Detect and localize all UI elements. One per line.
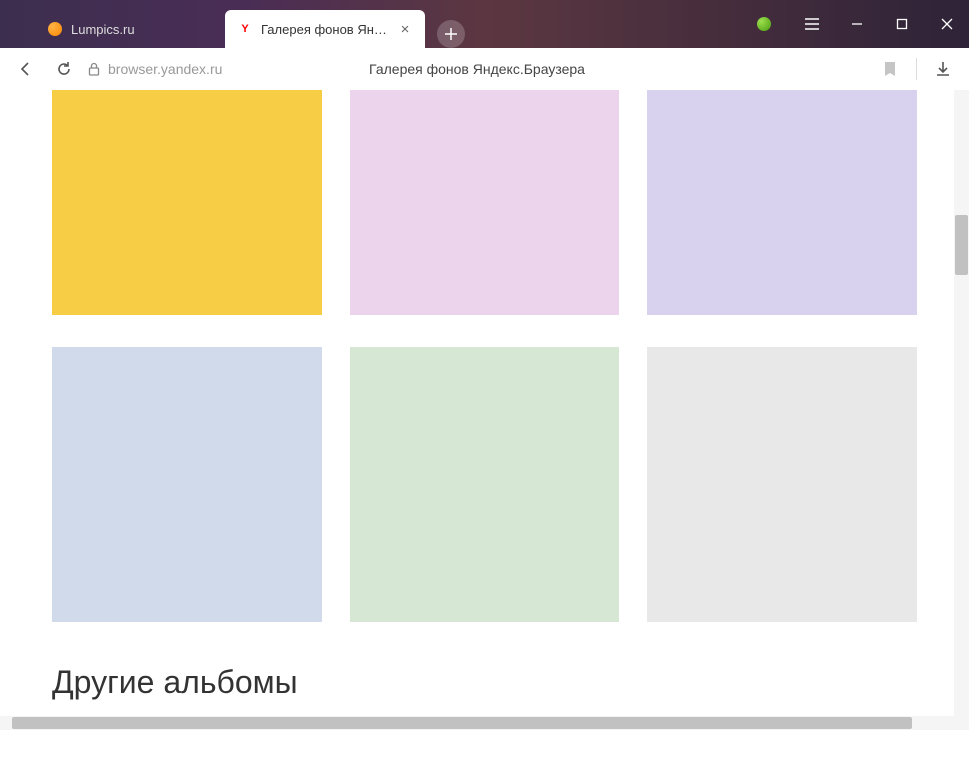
page-title: Галерея фонов Яндекс.Браузера [369,61,585,77]
close-window-button[interactable] [924,0,969,48]
tab-lumpics[interactable]: Lumpics.ru [35,10,225,48]
background-tile[interactable] [52,90,322,315]
divider [916,58,917,80]
minimize-button[interactable] [834,0,879,48]
new-tab-button[interactable] [437,20,465,48]
window-controls [744,0,969,48]
background-tile[interactable] [52,347,322,622]
lumpics-favicon [47,21,63,37]
tab-yandex-gallery[interactable]: Y Галерея фонов Яндекс × [225,10,425,48]
yandex-favicon: Y [237,21,253,37]
toolbar: browser.yandex.ru Галерея фонов Яндекс.Б… [0,48,969,90]
gallery-row-2 [52,347,917,622]
tab-strip: Lumpics.ru Y Галерея фонов Яндекс × [0,0,465,48]
lock-icon [88,62,100,76]
close-tab-button[interactable]: × [397,21,413,37]
back-button[interactable] [12,55,40,83]
horizontal-scrollbar[interactable] [0,716,954,730]
gallery: Другие альбомы [0,90,969,730]
gallery-row-1 [52,90,917,315]
maximize-button[interactable] [879,0,924,48]
url-area: browser.yandex.ru [88,61,222,77]
tab-label: Галерея фонов Яндекс [261,22,391,37]
downloads-button[interactable] [929,55,957,83]
horizontal-scrollbar-thumb[interactable] [12,717,912,729]
section-title: Другие альбомы [52,664,917,701]
address-bar[interactable]: browser.yandex.ru Галерея фонов Яндекс.Б… [88,53,866,85]
background-tile[interactable] [350,347,620,622]
vertical-scrollbar-thumb[interactable] [955,215,968,275]
background-tile[interactable] [647,90,917,315]
titlebar: Lumpics.ru Y Галерея фонов Яндекс × [0,0,969,48]
url-text: browser.yandex.ru [108,61,222,77]
extension-icon[interactable] [744,0,789,48]
bookmark-button[interactable] [876,55,904,83]
tab-label: Lumpics.ru [71,22,213,37]
menu-button[interactable] [789,0,834,48]
background-tile[interactable] [647,347,917,622]
vertical-scrollbar[interactable] [954,90,969,730]
toolbar-right [876,55,957,83]
content-area: Другие альбомы [0,90,969,730]
reload-button[interactable] [50,55,78,83]
background-tile[interactable] [350,90,620,315]
